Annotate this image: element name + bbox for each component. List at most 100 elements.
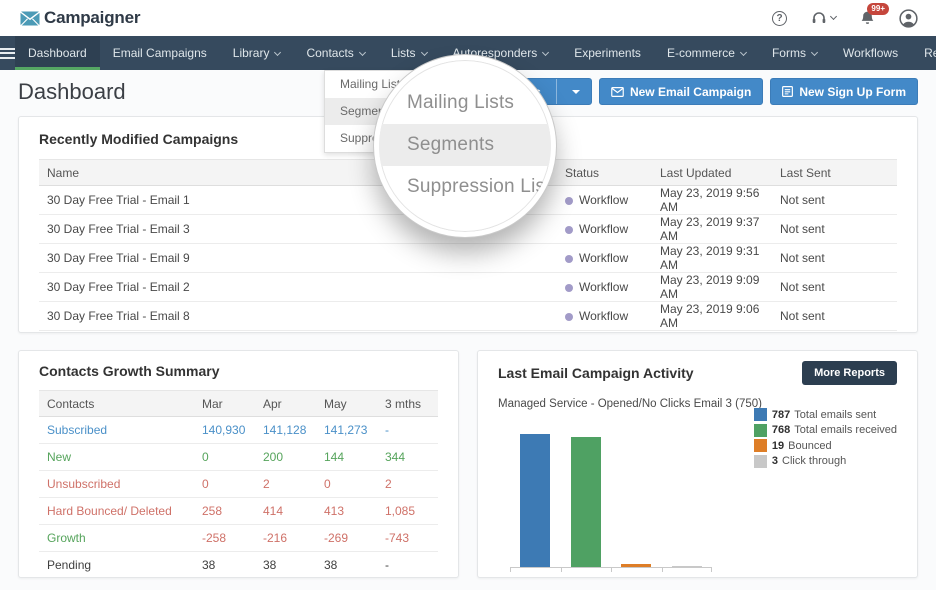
app-logo[interactable]: Campaigner xyxy=(20,8,140,28)
legend-label: Bounced xyxy=(788,440,831,452)
status-dot xyxy=(565,226,573,234)
menu-button[interactable] xyxy=(0,36,15,70)
chart-legend: 787Total emails sent768Total emails rece… xyxy=(754,407,897,469)
notifications-button[interactable]: 99+ xyxy=(860,10,875,26)
magnifier-overlay: Mailing ListsSegmentsSuppression Lists xyxy=(374,55,556,237)
bar-total-emails-received xyxy=(571,437,601,567)
column-header-3-mths: 3 mths xyxy=(377,391,438,417)
axis-tick xyxy=(561,568,562,572)
chevron-down-icon xyxy=(542,48,549,55)
caret-down-icon[interactable] xyxy=(572,90,580,94)
campaign-name-cell[interactable]: 30 Day Free Trial - Email 8 xyxy=(39,302,557,331)
axis-tick xyxy=(662,568,663,572)
nav-item-label: Dashboard xyxy=(28,46,87,60)
status-label: Workflow xyxy=(579,222,628,236)
last-email-campaign-activity-card: Last Email Campaign Activity More Report… xyxy=(477,350,918,578)
new-email-campaign-label: New Email Campaign xyxy=(630,85,751,99)
nav-item-label: Reports xyxy=(924,46,936,60)
hamburger-icon xyxy=(0,52,15,54)
more-reports-button[interactable]: More Reports xyxy=(802,361,897,385)
column-header-may: May xyxy=(316,391,377,417)
nav-item-dashboard[interactable]: Dashboard xyxy=(15,36,100,70)
row-label-cell[interactable]: New xyxy=(39,444,194,471)
last-updated-cell: May 23, 2019 9:56 AM xyxy=(652,186,772,215)
headset-icon xyxy=(811,11,827,25)
envelope-icon xyxy=(611,87,624,97)
table-row: Subscribed140,930141,128141,273- xyxy=(39,417,438,444)
nav-item-e-commerce[interactable]: E-commerce xyxy=(654,36,759,70)
nav-item-label: Library xyxy=(233,46,270,60)
table-row[interactable]: 30 Day Free Trial - Email 8WorkflowMay 2… xyxy=(39,302,897,331)
new-email-campaign-button[interactable]: New Email Campaign xyxy=(599,78,763,105)
legend-item-total-emails-received: 768Total emails received xyxy=(754,423,897,439)
split-divider xyxy=(556,79,557,104)
status-cell: Workflow xyxy=(557,186,652,215)
row-label-cell[interactable]: Growth xyxy=(39,525,194,552)
card-title: Last Email Campaign Activity xyxy=(498,365,694,381)
value-cell: -269 xyxy=(316,525,377,552)
legend-label: Click through xyxy=(782,455,846,467)
nav-item-contacts[interactable]: Contacts xyxy=(293,36,377,70)
new-sign-up-form-button[interactable]: New Sign Up Form xyxy=(770,78,918,105)
card-title: Contacts Growth Summary xyxy=(39,363,438,379)
form-icon xyxy=(782,86,793,97)
status-cell: Workflow xyxy=(557,273,652,302)
last-updated-cell: May 23, 2019 9:31 AM xyxy=(652,244,772,273)
legend-item-total-emails-sent: 787Total emails sent xyxy=(754,407,897,423)
value-cell: 2 xyxy=(377,471,438,498)
value-cell: 0 xyxy=(194,471,255,498)
value-cell: - xyxy=(377,552,438,579)
table-row: Pending383838- xyxy=(39,552,438,579)
magnified-item-suppression-lists: Suppression Lists xyxy=(379,166,551,208)
value-cell: 38 xyxy=(255,552,316,579)
row-label-cell[interactable]: Hard Bounced/ Deleted xyxy=(39,498,194,525)
contacts-growth-summary-card: Contacts Growth Summary ContactsMarAprMa… xyxy=(18,350,459,578)
legend-label: Total emails received xyxy=(794,424,897,436)
status-cell: Workflow xyxy=(557,215,652,244)
support-button[interactable] xyxy=(811,11,836,25)
table-row: New0200144344 xyxy=(39,444,438,471)
legend-value: 3 xyxy=(772,455,778,467)
row-label-cell[interactable]: Unsubscribed xyxy=(39,471,194,498)
campaign-name-cell[interactable]: 30 Day Free Trial - Email 2 xyxy=(39,273,557,302)
table-row[interactable]: 30 Day Free Trial - Email 9WorkflowMay 2… xyxy=(39,244,897,273)
bar-bounced xyxy=(621,564,651,567)
nav-item-library[interactable]: Library xyxy=(220,36,294,70)
campaign-name-cell[interactable]: 30 Day Free Trial - Email 9 xyxy=(39,244,557,273)
nav-item-label: Lists xyxy=(391,46,416,60)
column-header-mar: Mar xyxy=(194,391,255,417)
table-row[interactable]: 30 Day Free Trial - Email 2WorkflowMay 2… xyxy=(39,273,897,302)
status-cell: Workflow xyxy=(557,302,652,331)
nav-item-reports[interactable]: Reports xyxy=(911,36,936,70)
last-updated-cell: May 23, 2019 9:37 AM xyxy=(652,215,772,244)
row-label-cell[interactable]: Subscribed xyxy=(39,417,194,444)
last-sent-cell: Not sent xyxy=(772,215,897,244)
column-header-last-updated: Last Updated xyxy=(652,160,772,186)
status-cell: Workflow xyxy=(557,244,652,273)
nav-item-forms[interactable]: Forms xyxy=(759,36,830,70)
chevron-down-icon xyxy=(420,48,427,55)
legend-label: Total emails sent xyxy=(794,409,876,421)
value-cell: 344 xyxy=(377,444,438,471)
last-updated-cell: May 23, 2019 9:09 AM xyxy=(652,273,772,302)
value-cell: 414 xyxy=(255,498,316,525)
value-cell: -258 xyxy=(194,525,255,552)
page-title: Dashboard xyxy=(18,79,126,105)
nav-item-experiments[interactable]: Experiments xyxy=(561,36,654,70)
nav-item-label: Forms xyxy=(772,46,806,60)
nav-item-workflows[interactable]: Workflows xyxy=(830,36,911,70)
account-button[interactable] xyxy=(899,9,918,28)
legend-swatch xyxy=(754,439,767,452)
value-cell: 140,930 xyxy=(194,417,255,444)
top-header: Campaigner ? 99+ xyxy=(0,0,936,36)
nav-item-label: Contacts xyxy=(306,46,353,60)
growth-table: ContactsMarAprMay3 mths Subscribed140,93… xyxy=(39,390,438,579)
activity-head: Last Email Campaign Activity More Report… xyxy=(498,365,897,385)
chevron-down-icon xyxy=(274,48,281,55)
magnified-item-segments: Segments xyxy=(379,124,551,166)
help-button[interactable]: ? xyxy=(772,11,787,26)
nav-item-email-campaigns[interactable]: Email Campaigns xyxy=(100,36,220,70)
row-label-cell[interactable]: Pending xyxy=(39,552,194,579)
column-header-apr: Apr xyxy=(255,391,316,417)
value-cell: 0 xyxy=(194,444,255,471)
